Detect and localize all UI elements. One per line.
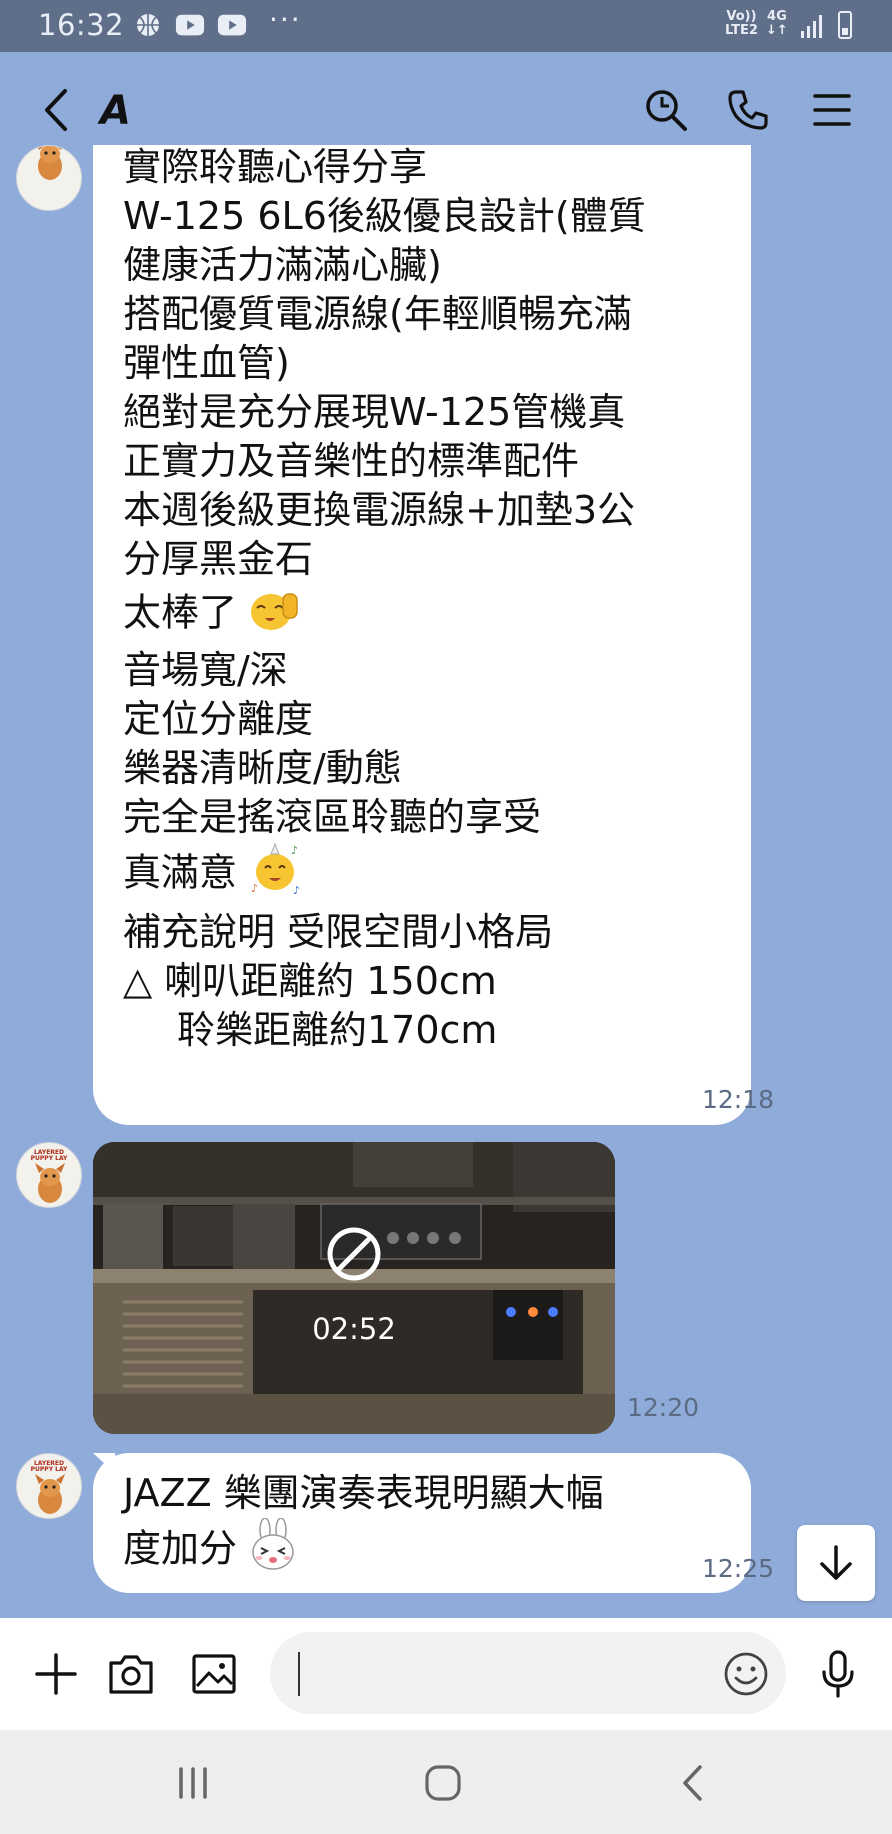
message-line-with-emoji: 真滿意 ♪ ♪ ♪	[123, 842, 646, 908]
message-line: 真滿意	[123, 850, 238, 895]
puppy-avatar-icon	[35, 1474, 65, 1514]
call-icon	[728, 90, 768, 130]
message-line: W-125 6L6後級優良設計(體質	[123, 194, 646, 238]
video-duration: 02:52	[312, 1312, 396, 1346]
message-input[interactable]	[270, 1632, 786, 1714]
back-button[interactable]	[30, 84, 82, 136]
volte-indicator: Vo)) LTE2	[725, 10, 758, 38]
back-nav-icon	[683, 1765, 702, 1801]
status-time: 16:32	[38, 8, 125, 42]
puppy-avatar-icon	[35, 1163, 65, 1203]
svg-text:♪: ♪	[293, 884, 300, 896]
message-time: 12:25	[702, 1554, 775, 1583]
menu-icon	[813, 94, 851, 126]
chat-title[interactable]: A	[100, 88, 131, 134]
image-button[interactable]	[188, 1648, 240, 1700]
status-notification-icons	[133, 10, 247, 40]
thumbs-up-emoji-icon	[247, 584, 303, 646]
message-time: 12:20	[627, 1393, 700, 1422]
mic-icon	[822, 1650, 854, 1698]
message-line: 搭配優質電源線(年輕順暢充滿	[123, 292, 632, 336]
camera-icon	[109, 1655, 153, 1694]
plus-icon	[35, 1653, 77, 1695]
message-line: 度加分	[123, 1526, 238, 1571]
message-line-with-emoji: 度加分	[123, 1517, 604, 1584]
more-notifications-icon: ···	[269, 3, 302, 36]
message-line: △ 喇叭距離約 150cm	[123, 959, 497, 1003]
message-line-with-emoji: 太棒了	[123, 584, 646, 646]
basketball-app-icon	[133, 10, 163, 40]
recent-apps-icon	[179, 1767, 207, 1799]
recent-apps-button[interactable]	[163, 1758, 223, 1808]
message-input-bar	[0, 1618, 892, 1730]
volte-label: Vo))	[726, 9, 757, 24]
video-thumbnail	[93, 1142, 615, 1434]
home-icon	[425, 1765, 461, 1801]
youtube-icon	[175, 10, 205, 40]
message-text: JAZZ 樂團演奏表現明顯大幅 度加分	[123, 1469, 604, 1584]
message-line: 彈性血管)	[123, 341, 290, 385]
battery-icon	[838, 11, 852, 39]
menu-button[interactable]	[806, 84, 858, 136]
network-indicator: 4G ↓↑	[766, 10, 788, 38]
message-bubble[interactable]: 實際聆聽心得分享 W-125 6L6後級優良設計(體質 健康活力滿滿心臟) 搭配…	[93, 145, 751, 1125]
system-nav-bar	[0, 1730, 892, 1834]
sender-avatar[interactable]	[16, 145, 82, 211]
back-icon	[45, 89, 67, 131]
message-line: 健康活力滿滿心臟)	[123, 243, 442, 287]
message-line: 太棒了	[123, 590, 238, 635]
puppy-avatar-icon	[37, 146, 63, 180]
message-line: 絕對是充分展現W-125管機真	[123, 390, 626, 434]
message-line: 定位分離度	[123, 697, 314, 741]
sender-avatar[interactable]: LAYERED PUPPY LAY	[16, 1453, 82, 1519]
message-line: 聆樂距離約170cm	[177, 1008, 498, 1052]
emoji-button[interactable]	[720, 1648, 772, 1700]
message-time: 12:18	[702, 1085, 775, 1114]
arrow-down-icon	[820, 1545, 852, 1580]
call-button[interactable]	[722, 84, 774, 136]
back-nav-button[interactable]	[663, 1758, 723, 1808]
message-bubble[interactable]: JAZZ 樂團演奏表現明顯大幅 度加分	[93, 1453, 751, 1593]
message-line: JAZZ 樂團演奏表現明顯大幅	[123, 1471, 604, 1515]
message-line: 補充說明 受限空間小格局	[123, 910, 554, 954]
sender-avatar[interactable]: LAYERED PUPPY LAY	[16, 1142, 82, 1208]
scroll-to-bottom-button[interactable]	[797, 1525, 875, 1601]
search-button[interactable]	[640, 84, 692, 136]
dancing-emoji-icon: ♪ ♪ ♪	[247, 842, 303, 908]
message-line: 本週後級更換電源線+加墊3公	[123, 488, 636, 532]
network-label: 4G	[767, 9, 787, 24]
home-button[interactable]	[413, 1758, 473, 1808]
blocked-icon	[327, 1227, 381, 1281]
search-icon	[646, 90, 687, 131]
svg-text:♪: ♪	[251, 882, 258, 895]
status-bar: 16:32 ··· Vo)) LTE2 4G ↓↑	[0, 0, 892, 52]
message-text: 實際聆聽心得分享 W-125 6L6後級優良設計(體質 健康活力滿滿心臟) 搭配…	[123, 145, 646, 1055]
message-line: 音場寬/深	[123, 648, 288, 692]
rabbit-emoji-icon	[247, 1517, 299, 1584]
lte-label: LTE2	[725, 23, 758, 38]
message-line: 實際聆聽心得分享	[123, 145, 428, 189]
image-icon	[192, 1654, 236, 1694]
youtube-icon	[217, 10, 247, 40]
message-line: 分厚黑金石	[123, 537, 314, 581]
message-line: 完全是搖滾區聆聽的享受	[123, 795, 542, 839]
camera-button[interactable]	[105, 1648, 157, 1700]
video-message[interactable]: 02:52	[93, 1142, 615, 1434]
emoji-icon	[724, 1652, 768, 1696]
message-line: 正實力及音樂性的標準配件	[123, 439, 580, 483]
data-arrows-icon: ↓↑	[766, 23, 788, 38]
signal-icon	[801, 15, 822, 38]
text-caret	[298, 1652, 300, 1696]
add-button[interactable]	[30, 1648, 82, 1700]
message-line: 樂器清晰度/動態	[123, 746, 402, 790]
svg-text:♪: ♪	[291, 844, 298, 857]
voice-button[interactable]	[812, 1648, 864, 1700]
